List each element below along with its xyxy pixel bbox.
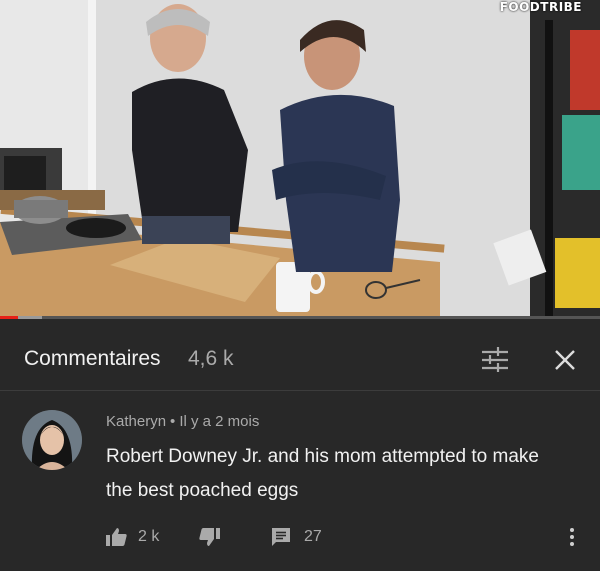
sort-filter-button[interactable] (478, 343, 512, 377)
comments-count: 4,6 k (188, 347, 234, 370)
comment-text: Robert Downey Jr. and his mom attempted … (106, 446, 539, 501)
dislike-button[interactable] (198, 520, 224, 554)
comment-item: Katheryn • Il y a 2 mois Robert Downey Jr.… (0, 392, 600, 571)
like-button[interactable]: 2 k (104, 520, 159, 554)
comments-panel: Commentaires 4,6 k Katheryn • Il y a 2 m… (0, 319, 600, 571)
reply-count: 27 (304, 528, 322, 545)
comment-icon (272, 528, 290, 546)
comment-author[interactable]: Katheryn (106, 413, 166, 430)
comments-header: Commentaires 4,6 k (0, 319, 600, 391)
close-icon (555, 350, 575, 370)
thumbs-down-icon (199, 528, 220, 546)
channel-watermark: FOODTRIBE (499, 0, 582, 14)
comment-actions: 2 k 27 (0, 520, 600, 560)
avatar-image (22, 410, 82, 470)
sort-filter-icon (482, 347, 508, 372)
comment-meta: Katheryn • Il y a 2 mois (106, 413, 259, 430)
avatar[interactable] (22, 410, 82, 470)
like-count: 2 k (138, 528, 160, 545)
comments-title: Commentaires (24, 347, 161, 370)
more-options-button[interactable] (562, 520, 582, 554)
close-button[interactable] (548, 343, 582, 377)
video-frame (0, 0, 600, 316)
comment-time: Il y a 2 mois (179, 413, 260, 430)
more-vertical-icon (570, 528, 574, 546)
meta-separator: • (170, 413, 176, 430)
video-player[interactable]: FOODTRIBE (0, 0, 600, 316)
reply-button[interactable]: 27 (270, 520, 322, 554)
thumbs-up-icon (106, 528, 127, 546)
